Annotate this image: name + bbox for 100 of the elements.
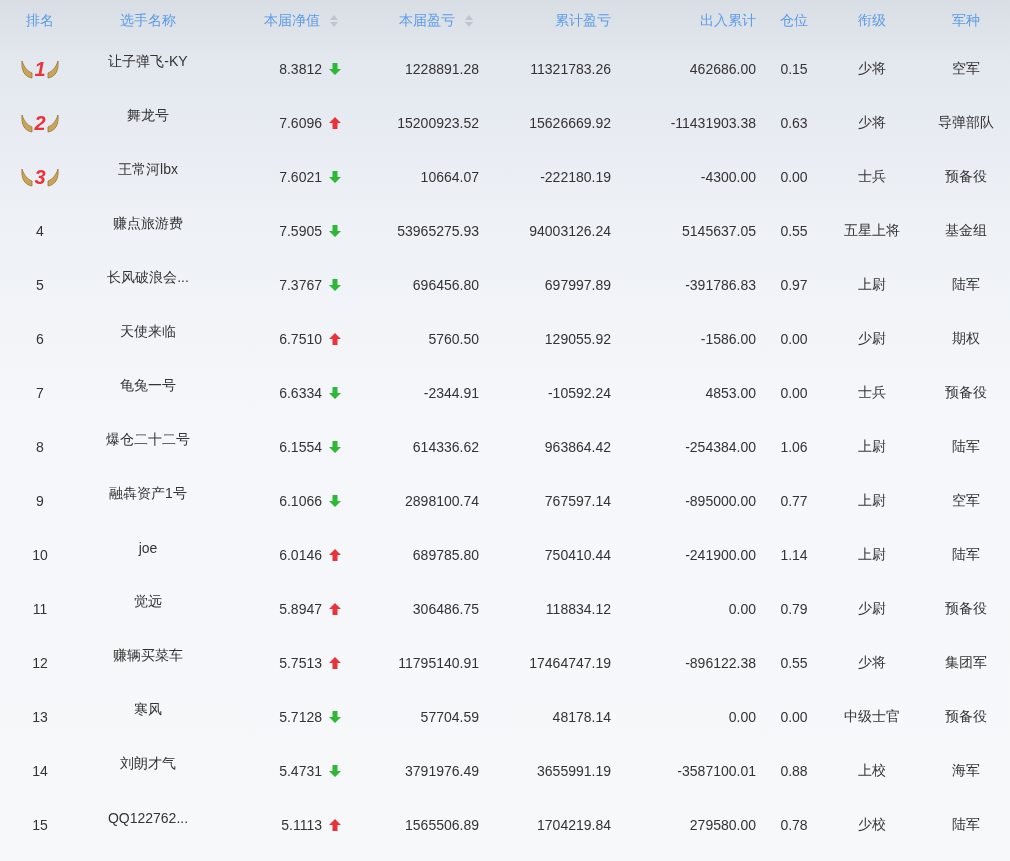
total-profit: 17464747.19: [529, 655, 611, 671]
rank-grade: 中级士官: [844, 708, 900, 726]
rank-number: 11: [32, 601, 48, 617]
cash-flow: -3587100.01: [677, 763, 756, 779]
period-profit: 696456.80: [412, 277, 479, 293]
rank-number: 5: [36, 277, 44, 293]
position-ratio: 0.15: [780, 61, 808, 77]
cash-flow: -11431903.38: [670, 115, 756, 131]
service-branch: 陆军: [952, 276, 980, 294]
rank-number: 10: [32, 547, 48, 563]
player-name: 觉远: [134, 593, 162, 611]
total-profit: 94003126.24: [529, 223, 611, 239]
period-profit: 3791976.49: [405, 763, 479, 779]
position-ratio: 0.00: [780, 331, 808, 347]
service-branch: 预备役: [945, 168, 987, 186]
position-ratio: 0.63: [780, 115, 808, 131]
service-branch: 陆军: [952, 816, 980, 834]
period-profit: 53965275.93: [397, 223, 479, 239]
position-ratio: 1.14: [780, 547, 808, 563]
period-profit: -2344.91: [423, 385, 479, 401]
net-value: 5.7128: [279, 709, 322, 725]
position-ratio: 0.79: [780, 601, 808, 617]
total-profit: 11321783.26: [530, 61, 611, 77]
cash-flow: -391786.83: [685, 277, 756, 293]
total-profit: 697997.89: [544, 277, 611, 293]
period-profit: 689785.80: [412, 547, 479, 563]
player-name: 王常河lbx: [118, 161, 178, 179]
cash-flow: 462686.00: [689, 61, 756, 77]
net-value: 7.6021: [279, 169, 322, 185]
cash-flow: -4300.00: [700, 169, 756, 185]
position-ratio: 0.78: [780, 817, 808, 833]
period-profit: 15200923.52: [397, 115, 479, 131]
rank-grade: 上尉: [858, 492, 886, 510]
period-profit: 614336.62: [412, 439, 479, 455]
column-header: 选手名称: [120, 12, 176, 30]
player-name: 寒风: [134, 701, 162, 719]
cash-flow: -895000.00: [685, 493, 756, 509]
total-profit: 3655991.19: [537, 763, 611, 779]
service-branch: 基金组: [945, 222, 987, 240]
cash-flow: 0.00: [728, 709, 756, 725]
rank-grade: 少将: [858, 654, 886, 672]
player-name: 让子弹飞-KY: [108, 53, 188, 71]
sort-icon[interactable]: [330, 15, 338, 27]
position-ratio: 0.00: [780, 169, 808, 185]
position-ratio: 0.77: [780, 493, 808, 509]
cash-flow: 0.00: [728, 601, 756, 617]
rank-grade: 上尉: [858, 546, 886, 564]
net-value: 5.1113: [281, 817, 322, 833]
position-ratio: 1.06: [780, 439, 808, 455]
rank-grade: 少校: [858, 816, 886, 834]
player-name: 刘朗才气: [120, 755, 176, 773]
net-value: 7.3767: [279, 277, 322, 293]
position-ratio: 0.88: [780, 763, 808, 779]
rank-grade: 少将: [858, 60, 886, 78]
sort-icon[interactable]: [465, 15, 473, 27]
column-header: 本届净值: [264, 12, 320, 30]
net-value: 6.7510: [279, 331, 322, 347]
net-value: 6.1554: [279, 439, 322, 455]
player-name: joe: [138, 540, 158, 556]
net-value: 7.5905: [279, 223, 322, 239]
period-profit: 11795140.91: [398, 655, 479, 671]
total-profit: -222180.19: [540, 169, 611, 185]
rank-grade: 上尉: [858, 276, 886, 294]
total-profit: 750410.44: [544, 547, 611, 563]
player-name: 赚点旅游费: [113, 215, 183, 233]
service-branch: 空军: [952, 60, 980, 78]
service-branch: 海军: [952, 762, 980, 780]
net-value: 5.7513: [279, 655, 322, 671]
total-profit: 963864.42: [544, 439, 611, 455]
period-profit: 57704.59: [420, 709, 479, 725]
player-name: 龟兔一号: [120, 377, 176, 395]
period-profit: 306486.75: [412, 601, 479, 617]
cash-flow: 279580.00: [689, 817, 756, 833]
total-profit: 767597.14: [544, 493, 611, 509]
player-name: 赚辆买菜车: [113, 647, 183, 665]
column-header: 累计盈亏: [555, 12, 611, 30]
total-profit: 118834.12: [545, 601, 611, 617]
column-header: 军种: [952, 12, 980, 30]
period-profit: 10664.07: [420, 169, 479, 185]
period-profit: 5760.50: [428, 331, 479, 347]
rank-number: 14: [32, 763, 48, 779]
service-branch: 陆军: [952, 438, 980, 456]
total-profit: -10592.24: [547, 385, 611, 401]
net-value: 6.6334: [279, 385, 322, 401]
position-ratio: 0.97: [780, 277, 808, 293]
period-profit: 1228891.28: [405, 61, 479, 77]
service-branch: 空军: [952, 492, 980, 510]
rank-number: 13: [32, 709, 48, 725]
position-ratio: 0.00: [780, 709, 808, 725]
rank-number: 7: [36, 385, 44, 401]
service-branch: 陆军: [952, 546, 980, 564]
net-value: 5.4731: [279, 763, 322, 779]
rank-number: 12: [32, 655, 48, 671]
rank-medal-drawing: 3: [21, 167, 59, 187]
rank-grade: 少将: [858, 114, 886, 132]
player-name: QQ122762...: [107, 810, 189, 826]
rank-grade: 少尉: [858, 600, 886, 618]
total-profit: 1704219.84: [537, 817, 611, 833]
total-profit: 48178.14: [552, 709, 611, 725]
rank-number: 6: [36, 331, 44, 347]
